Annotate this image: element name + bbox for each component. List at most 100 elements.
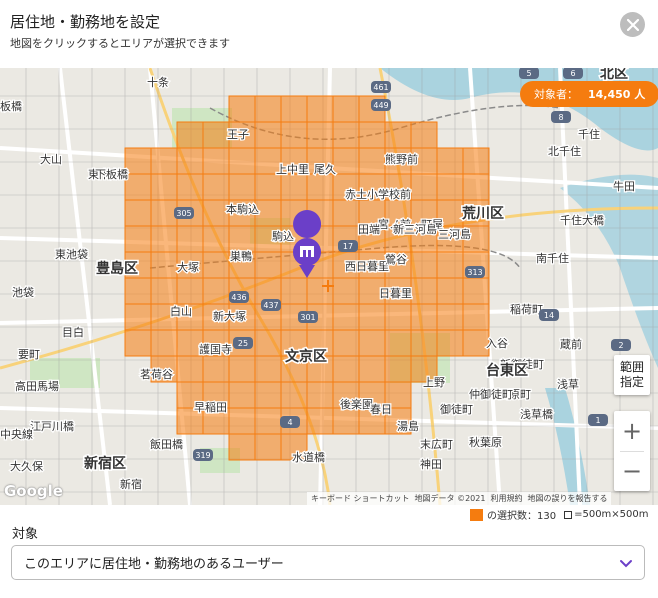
selected-grid-cell[interactable]	[384, 355, 412, 383]
selected-grid-cell[interactable]	[202, 355, 230, 383]
map-canvas[interactable]: 十条 王子 上中里 尾久 熊野前 赤土小学校前 宮ノ前 町屋 西日暮里 日暮里 大塚 駒込 巣鴨 池袋 板橋…	[0, 68, 658, 505]
selected-grid-cell[interactable]	[332, 277, 360, 305]
selected-grid-cell[interactable]	[150, 199, 178, 227]
selected-grid-cell[interactable]	[124, 147, 152, 175]
selected-grid-cell[interactable]	[306, 407, 334, 435]
selected-grid-cell[interactable]	[358, 121, 386, 149]
selected-grid-cell[interactable]	[384, 121, 412, 149]
selected-grid-cell[interactable]	[124, 303, 152, 331]
selected-grid-cell[interactable]	[436, 277, 464, 305]
selected-grid-cell[interactable]	[332, 355, 360, 383]
target-select[interactable]: このエリアに居住地・勤務地のあるユーザー	[11, 545, 645, 580]
selected-grid-cell[interactable]	[306, 277, 334, 305]
close-button[interactable]	[620, 12, 645, 37]
selected-grid-cell[interactable]	[254, 381, 282, 409]
selected-grid-cell[interactable]	[306, 95, 334, 123]
selected-grid-cell[interactable]	[150, 225, 178, 253]
selected-grid-cell[interactable]	[254, 433, 282, 461]
selected-grid-cell[interactable]	[462, 173, 490, 201]
zoom-out-button[interactable]: −	[614, 451, 650, 491]
selected-grid-cell[interactable]	[332, 407, 360, 435]
selected-grid-cell[interactable]	[306, 121, 334, 149]
keyboard-shortcuts-link[interactable]: キーボード ショートカット	[311, 493, 410, 504]
selected-grid-cell[interactable]	[202, 277, 230, 305]
selected-grid-cell[interactable]	[254, 329, 282, 357]
selected-grid-cell[interactable]	[228, 225, 256, 253]
selected-grid-cell[interactable]	[124, 199, 152, 227]
selected-grid-cell[interactable]	[436, 147, 464, 175]
selected-grid-cell[interactable]	[124, 225, 152, 253]
selected-grid-cell[interactable]	[254, 95, 282, 123]
selected-grid-cell[interactable]	[202, 121, 230, 149]
range-select-button[interactable]: 範囲指定	[614, 355, 650, 395]
selected-grid-cell[interactable]	[202, 251, 230, 279]
selected-grid-cell[interactable]	[228, 95, 256, 123]
selected-grid-cell[interactable]	[176, 277, 204, 305]
selected-grid-cell[interactable]	[358, 355, 386, 383]
report-error-link[interactable]: 地図の誤りを報告する	[527, 493, 607, 504]
selected-grid-cell[interactable]	[358, 329, 386, 357]
zoom-in-button[interactable]: +	[614, 411, 650, 451]
selected-grid-cell[interactable]	[228, 147, 256, 175]
selected-grid-cell[interactable]	[436, 251, 464, 279]
selected-grid-cell[interactable]	[254, 173, 282, 201]
selected-grid-cell[interactable]	[176, 355, 204, 383]
road-number-shield: 437	[261, 299, 281, 311]
terms-link[interactable]: 利用規約	[490, 493, 522, 504]
selected-grid-cell[interactable]	[176, 225, 204, 253]
selected-grid-cell[interactable]	[202, 147, 230, 175]
selected-grid-cell[interactable]	[176, 121, 204, 149]
selected-grid-cell[interactable]	[332, 199, 360, 227]
selected-grid-cell[interactable]	[280, 277, 308, 305]
selected-grid-cell[interactable]	[228, 433, 256, 461]
selected-grid-cell[interactable]	[306, 381, 334, 409]
selected-grid-cell[interactable]	[254, 407, 282, 435]
selected-grid-cell[interactable]	[436, 303, 464, 331]
selected-grid-cell[interactable]	[332, 95, 360, 123]
selected-grid-cell[interactable]	[410, 303, 438, 331]
selected-grid-cell[interactable]	[150, 147, 178, 175]
selected-grid-cell[interactable]	[332, 147, 360, 175]
selected-grid-cell[interactable]	[384, 329, 412, 357]
selected-grid-cell[interactable]	[280, 121, 308, 149]
selected-grid-cell[interactable]	[228, 381, 256, 409]
selected-grid-cell[interactable]	[436, 173, 464, 201]
selected-grid-cell[interactable]	[254, 121, 282, 149]
selected-grid-cell[interactable]	[150, 329, 178, 357]
selected-grid-cell[interactable]	[462, 277, 490, 305]
selected-grid-cell[interactable]	[202, 173, 230, 201]
selected-grid-cell[interactable]	[124, 329, 152, 357]
selected-grid-cell[interactable]	[254, 355, 282, 383]
selected-grid-cell[interactable]	[202, 225, 230, 253]
selected-grid-cell[interactable]	[228, 173, 256, 201]
selected-grid-cell[interactable]	[410, 121, 438, 149]
selected-grid-cell[interactable]	[436, 329, 464, 357]
map-layer[interactable]: 十条王子上中里 尾久熊野前赤土小学校前宮ノ前 町屋西日暮里日暮里大塚駒込巣鴨池袋板橋…	[0, 68, 658, 505]
selected-grid-cell[interactable]	[124, 277, 152, 305]
selected-grid-cell[interactable]	[228, 407, 256, 435]
selected-grid-cell[interactable]	[306, 173, 334, 201]
selected-grid-cell[interactable]	[410, 329, 438, 357]
selected-grid-cell[interactable]	[280, 95, 308, 123]
selected-grid-cell[interactable]	[254, 251, 282, 279]
selected-grid-cell[interactable]	[332, 121, 360, 149]
selected-grid-cell[interactable]	[332, 303, 360, 331]
selected-grid-cell[interactable]	[150, 277, 178, 305]
selected-grid-cell[interactable]	[228, 355, 256, 383]
selected-grid-cell[interactable]	[332, 329, 360, 357]
selected-grid-cell[interactable]	[410, 277, 438, 305]
selected-grid-cell[interactable]	[462, 147, 490, 175]
selected-grid-cell[interactable]	[410, 173, 438, 201]
selected-grid-cell[interactable]	[410, 251, 438, 279]
selected-grid-cell[interactable]	[176, 147, 204, 175]
selected-grid-cell[interactable]	[358, 147, 386, 175]
selected-grid-cell[interactable]	[462, 303, 490, 331]
selected-grid-cell[interactable]	[150, 173, 178, 201]
selected-grid-cell[interactable]	[176, 173, 204, 201]
selected-grid-cell[interactable]	[280, 381, 308, 409]
selected-grid-cell[interactable]	[384, 303, 412, 331]
selected-grid-cell[interactable]	[280, 173, 308, 201]
selected-grid-cell[interactable]	[124, 173, 152, 201]
selected-grid-cell[interactable]	[358, 303, 386, 331]
selected-grid-cell[interactable]	[150, 251, 178, 279]
